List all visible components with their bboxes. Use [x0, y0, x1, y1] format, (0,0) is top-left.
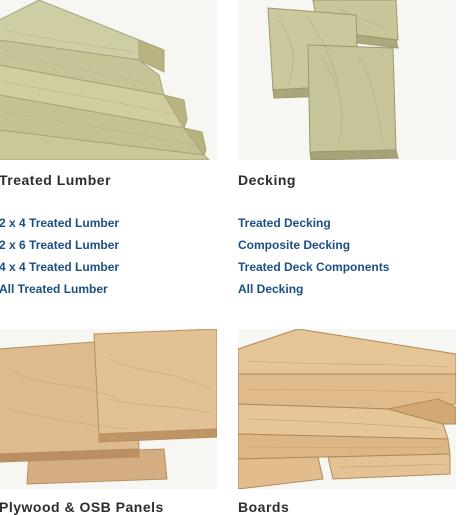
link-4x4-treated-lumber[interactable]: 4 x 4 Treated Lumber	[0, 260, 119, 274]
link-composite-decking[interactable]: Composite Decking	[238, 238, 350, 252]
link-all-decking[interactable]: All Decking	[238, 282, 303, 296]
category-title[interactable]: Plywood & OSB Panels	[0, 499, 164, 515]
link-item: Treated Decking	[238, 215, 389, 237]
decking-photo	[238, 0, 456, 160]
link-treated-deck-components[interactable]: Treated Deck Components	[238, 260, 389, 274]
category-title[interactable]: Decking	[238, 172, 296, 188]
link-item: Treated Deck Components	[238, 259, 389, 281]
category-title[interactable]: Boards	[238, 499, 289, 515]
link-item: All Decking	[238, 281, 389, 303]
category-links: Treated Decking Composite Decking Treate…	[238, 215, 389, 303]
treated-lumber-image[interactable]	[0, 0, 217, 160]
link-item: 2 x 4 Treated Lumber	[0, 215, 119, 237]
link-all-treated-lumber[interactable]: All Treated Lumber	[0, 282, 108, 296]
link-2x4-treated-lumber[interactable]: 2 x 4 Treated Lumber	[0, 216, 119, 230]
link-item: 4 x 4 Treated Lumber	[0, 259, 119, 281]
category-links: 2 x 4 Treated Lumber 2 x 6 Treated Lumbe…	[0, 215, 119, 303]
link-2x6-treated-lumber[interactable]: 2 x 6 Treated Lumber	[0, 238, 119, 252]
link-item: Composite Decking	[238, 237, 389, 259]
category-title[interactable]: Treated Lumber	[0, 172, 111, 188]
boards-image[interactable]	[238, 329, 456, 489]
treated-lumber-photo	[0, 0, 217, 160]
link-treated-decking[interactable]: Treated Decking	[238, 216, 331, 230]
plywood-photo	[0, 329, 217, 489]
link-item: All Treated Lumber	[0, 281, 119, 303]
boards-photo	[238, 329, 456, 489]
decking-image[interactable]	[238, 0, 456, 160]
link-item: 2 x 6 Treated Lumber	[0, 237, 119, 259]
plywood-image[interactable]	[0, 329, 217, 489]
